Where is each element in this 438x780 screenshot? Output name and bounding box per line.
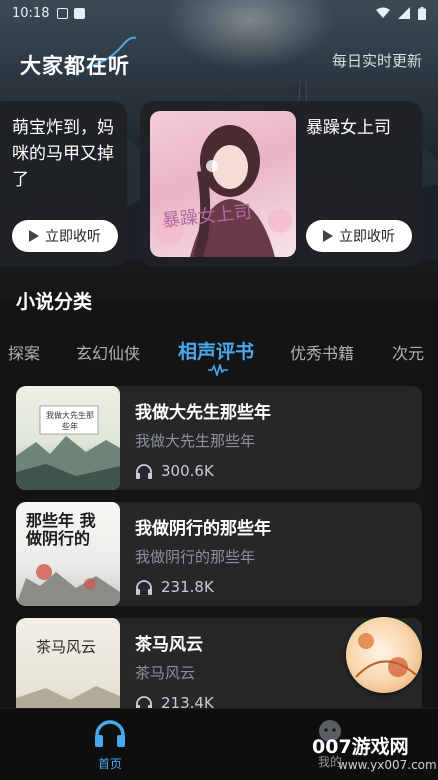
book-cover: 茶马风云 [16, 618, 120, 722]
cover-text: 那些年 我做阴行的 [26, 511, 96, 548]
item-subtitle: 我做阴行的那些年 [135, 548, 256, 566]
featured-card-title: 萌宝炸到，妈咪的马甲又掉了 [12, 118, 114, 190]
watermark-url: www.yx007.com [338, 758, 437, 772]
featured-card-title: 暴躁女上司 [306, 118, 391, 138]
play-count: 300.6K [135, 462, 214, 480]
status-bar: 10:18 [0, 0, 438, 26]
cover-text: 我做大先生那些年 [46, 411, 94, 431]
tab-excellent-books[interactable]: 优秀书籍 [290, 340, 354, 364]
now-playing-badge[interactable] [346, 617, 422, 693]
tab-crosstalk[interactable]: 相声评书 [178, 337, 254, 364]
play-icon [323, 230, 333, 242]
list-item[interactable]: 我做大先生那些年 我做大先生那些年 我做大先生那些年 300.6K [16, 386, 422, 490]
watermark-brand: 007游戏网 [312, 736, 409, 758]
status-right [376, 6, 426, 20]
cover-landscape [16, 405, 120, 490]
tab-anime[interactable]: 次元 [392, 340, 424, 364]
listen-now-label: 立即收听 [45, 229, 101, 245]
item-subtitle: 茶马风云 [135, 664, 196, 682]
hero-title: 大家都在听 [20, 54, 130, 78]
featured-card[interactable]: 萌宝炸到，妈咪的马甲又掉了 立即收听 [0, 101, 127, 267]
play-count-value: 300.6K [161, 462, 214, 480]
play-count: 231.8K [135, 578, 214, 596]
listen-now-button[interactable]: 立即收听 [306, 220, 412, 252]
category-tabs: 探案 玄幻仙侠 相声评书 优秀书籍 次元 [0, 336, 438, 376]
item-title: 茶马风云 [135, 635, 203, 655]
nav-home-label: 首页 [97, 757, 122, 771]
status-time: 10:18 [12, 5, 50, 21]
section-title: 小说分类 [16, 291, 93, 313]
play-icon [29, 230, 39, 242]
daily-update-label: 每日实时更新 [331, 52, 422, 70]
nav-home[interactable]: 首页 [86, 719, 134, 772]
headphones-icon [136, 580, 152, 595]
headphones-icon [136, 464, 152, 479]
app-icon [74, 7, 86, 19]
headphones-home-icon [95, 720, 125, 747]
now-playing-cover-art [355, 633, 417, 678]
cover-illustration [156, 125, 292, 257]
book-cover: 那些年 我做阴行的 [16, 502, 120, 606]
listen-now-label: 立即收听 [339, 229, 395, 245]
featured-card[interactable]: 暴躁女上司 暴躁女上司 立即收听 [140, 101, 422, 267]
book-cover: 我做大先生那些年 [16, 386, 120, 490]
cover-text: 茶马风云 [36, 638, 97, 656]
wifi-icon [376, 7, 390, 18]
tab-fantasy[interactable]: 玄幻仙侠 [76, 340, 140, 364]
list-item[interactable]: 那些年 我做阴行的 我做阴行的那些年 我做阴行的那些年 231.8K [16, 502, 422, 606]
battery-icon [418, 6, 426, 20]
listen-now-button[interactable]: 立即收听 [12, 220, 118, 252]
item-title: 我做大先生那些年 [135, 403, 271, 423]
item-title: 我做阴行的那些年 [135, 519, 271, 539]
signal-icon [398, 7, 410, 19]
notification-icon [57, 7, 69, 19]
play-count-value: 231.8K [161, 578, 214, 596]
tab-detective[interactable]: 探案 [8, 340, 40, 364]
active-tab-wave-icon [208, 364, 228, 376]
cover-landscape [16, 686, 120, 722]
item-subtitle: 我做大先生那些年 [135, 432, 256, 450]
book-cover[interactable]: 暴躁女上司 [150, 111, 296, 257]
